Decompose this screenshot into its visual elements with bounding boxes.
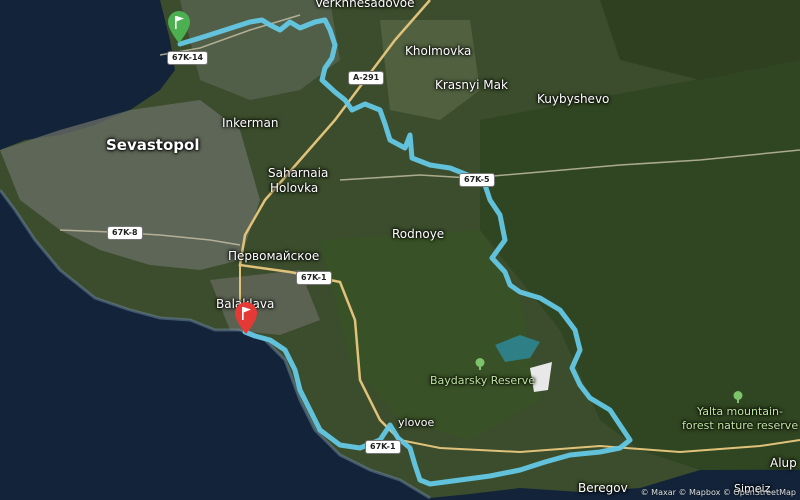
road-shield-67k1-south: 67K-1 <box>365 440 401 454</box>
start-marker[interactable] <box>166 10 192 44</box>
place-label-kholmovka: Kholmovka <box>405 44 472 58</box>
road-shield-67k5: 67K-5 <box>459 173 495 187</box>
tree-icon <box>475 358 485 370</box>
place-label-pervomaiskoe: Первомайское <box>228 249 320 263</box>
map-attribution[interactable]: © Maxar © Mapbox © OpenStreetMap <box>641 488 796 497</box>
place-label-alupka: Alup <box>770 456 797 470</box>
place-label-kuybyshevo: Kuybyshevo <box>537 92 610 106</box>
park-label-baydarsky-reserve: Baydarsky Reserve <box>430 374 535 387</box>
road-shield-67k1-north: 67K-1 <box>296 271 332 285</box>
finish-marker[interactable] <box>233 301 259 335</box>
place-label-foros-area: ylovoe <box>398 416 435 429</box>
place-label-rodnoye: Rodnoye <box>392 227 445 241</box>
place-label-inkerman: Inkerman <box>222 116 279 130</box>
road-shield-a291: A-291 <box>348 71 385 85</box>
road-shield-67k8: 67K-8 <box>107 226 143 240</box>
place-label-sevastopol: Sevastopol <box>106 136 200 154</box>
place-label-verkhnesadovoe: Verkhnesadovoe <box>315 0 415 10</box>
place-label-krasnyi-mak: Krasnyi Mak <box>435 78 508 92</box>
tree-icon <box>733 391 743 403</box>
place-label-beregove: Beregov <box>578 481 628 495</box>
map-view[interactable]: Verkhnesadovoe Kholmovka Krasnyi Mak Kuy… <box>0 0 800 500</box>
place-label-holovka: Holovka <box>270 181 319 195</box>
road-shield-67k14: 67K-14 <box>167 51 209 65</box>
park-label-yalta-line1: Yalta mountain- <box>697 405 783 418</box>
place-label-saharnaia: Saharnaia <box>268 166 329 180</box>
park-label-yalta-line2: forest nature reserve <box>682 419 799 432</box>
